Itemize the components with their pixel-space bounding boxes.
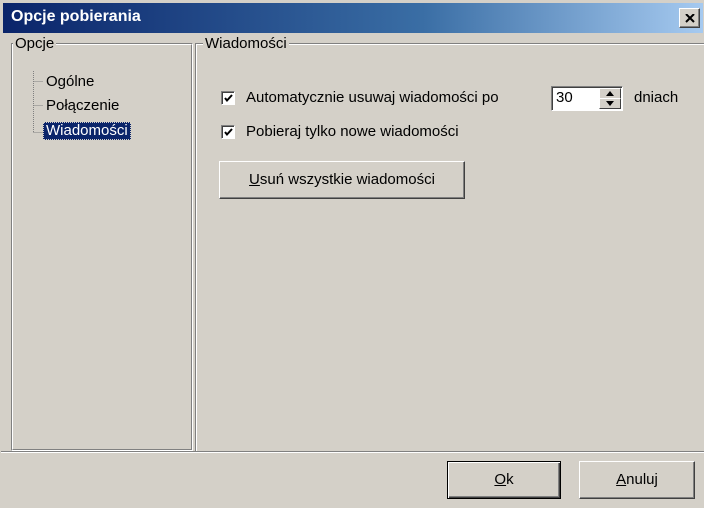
options-group-label: Opcje	[13, 35, 57, 52]
cancel-accel: A	[616, 471, 627, 488]
auto-delete-checkbox[interactable]	[221, 91, 235, 105]
arrow-down-icon	[606, 101, 614, 106]
messages-group-label: Wiadomości	[203, 35, 289, 52]
days-value[interactable]: 30	[556, 89, 573, 107]
title-bar[interactable]: Opcje pobierania	[3, 3, 703, 33]
tree-item-ogolne[interactable]: Ogólne	[43, 73, 97, 91]
ok-button[interactable]: Ok	[447, 461, 561, 499]
ok-accel: O	[494, 471, 507, 488]
delete-all-label: suń wszystkie wiadomości	[259, 171, 435, 188]
delete-all-accel: U	[249, 171, 260, 188]
checkmark-icon	[224, 128, 233, 137]
footer-separator	[1, 451, 704, 453]
days-spin-input[interactable]: 30	[551, 86, 623, 111]
tree-item-wiadomosci[interactable]: Wiadomości	[43, 122, 131, 140]
tree-item-polaczenie[interactable]: Połączenie	[43, 97, 122, 115]
days-unit-label: dniach	[634, 89, 679, 106]
delete-all-messages-button[interactable]: Usuń wszystkie wiadomości	[219, 161, 465, 199]
ok-label: k	[506, 471, 514, 488]
window-title: Opcje pobierania	[11, 8, 141, 25]
new-only-label: Pobieraj tylko nowe wiadomości	[246, 123, 459, 140]
close-button[interactable]	[679, 8, 700, 28]
new-only-checkbox[interactable]	[221, 125, 235, 139]
spin-down-button[interactable]	[599, 98, 621, 109]
arrow-up-icon	[606, 91, 614, 96]
auto-delete-label: Automatycznie usuwaj wiadomości po	[246, 89, 499, 106]
close-icon	[684, 13, 695, 23]
cancel-button[interactable]: Anuluj	[579, 461, 695, 499]
tree-connector-lines	[33, 71, 43, 133]
cancel-label: nuluj	[626, 471, 658, 488]
dialog-window: Opcje pobierania Opcje Ogólne Połączenie…	[0, 0, 704, 508]
checkmark-icon	[224, 94, 233, 103]
